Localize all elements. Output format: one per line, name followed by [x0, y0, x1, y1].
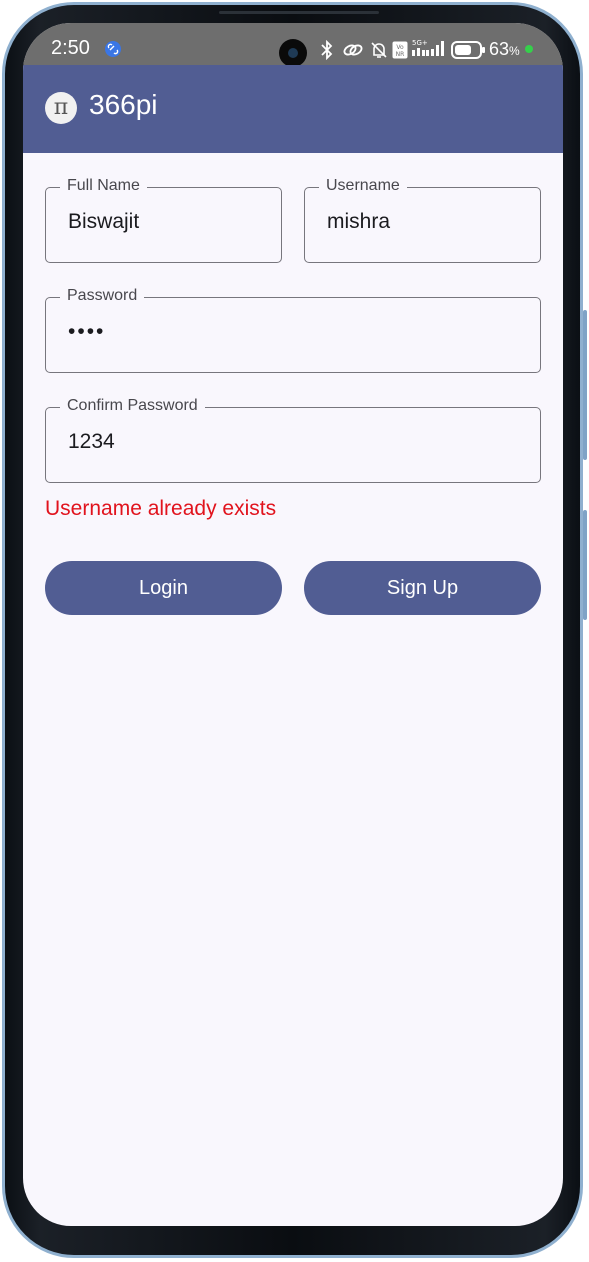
signup-button[interactable]: Sign Up [304, 561, 541, 615]
link-icon [342, 40, 364, 65]
password-field[interactable]: Password •••• [45, 286, 541, 373]
privacy-indicator-dot [525, 45, 533, 53]
username-field[interactable]: Username mishra [304, 176, 541, 263]
confirm-password-value: 1234 [68, 430, 115, 453]
volume-button [583, 310, 587, 460]
speaker-slot [219, 11, 379, 14]
full-name-value: Biswajit [68, 210, 140, 233]
bluetooth-icon [319, 39, 335, 65]
signal-icon: 5G+ [411, 37, 447, 64]
app-title: 366pi [89, 89, 158, 120]
svg-text:NR: NR [396, 51, 405, 58]
confirm-password-field[interactable]: Confirm Password 1234 [45, 396, 541, 483]
password-label: Password [60, 286, 145, 306]
error-message: Username already exists [45, 497, 277, 520]
app-screen: 2:50 Vo NR 5G+ 63% π 366pi Full Name Bis… [23, 23, 563, 1226]
power-button [583, 510, 587, 620]
password-value: •••• [68, 320, 106, 343]
login-button[interactable]: Login [45, 561, 282, 615]
network-label: 5G+ [412, 39, 428, 47]
battery-icon [451, 41, 487, 64]
status-time: 2:50 [51, 37, 90, 59]
full-name-field[interactable]: Full Name Biswajit [45, 176, 282, 263]
confirm-password-label: Confirm Password [60, 396, 205, 416]
status-bar: 2:50 Vo NR 5G+ 63% [23, 23, 563, 67]
username-value: mishra [327, 210, 391, 233]
full-name-label: Full Name [60, 176, 147, 196]
volte-icon: Vo NR [392, 41, 408, 64]
camera-icon [279, 39, 307, 67]
app-logo: π [45, 92, 77, 124]
silent-bell-icon [369, 40, 389, 65]
svg-text:Vo: Vo [396, 44, 404, 51]
username-label: Username [319, 176, 407, 196]
battery-percent: 63% [489, 39, 520, 59]
link-icon [105, 41, 121, 57]
app-bar: π 366pi [23, 65, 563, 153]
